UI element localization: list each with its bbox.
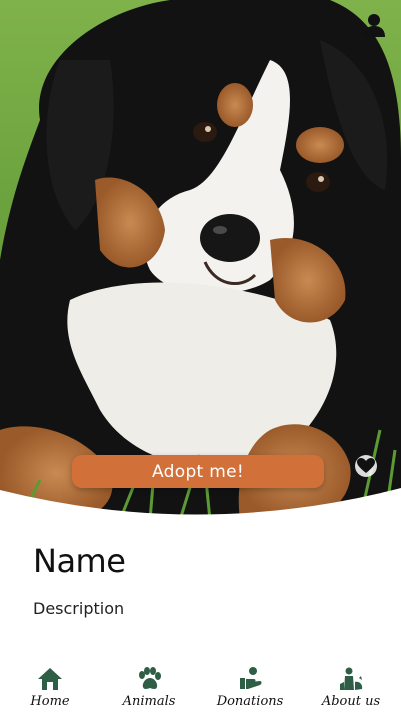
user-icon xyxy=(363,14,385,37)
people-pets-icon xyxy=(340,667,363,690)
nav-label-donations: Donations xyxy=(216,694,284,709)
favorite-button[interactable] xyxy=(354,454,378,478)
heart-icon xyxy=(355,455,377,477)
profile-button[interactable] xyxy=(361,12,387,38)
nav-label-home: Home xyxy=(30,694,70,709)
pet-photo xyxy=(0,0,401,520)
paw-icon xyxy=(139,667,161,689)
nav-item-home[interactable]: Home xyxy=(0,660,100,713)
pet-name: Name xyxy=(33,542,126,580)
nav-item-donations[interactable]: Donations xyxy=(200,660,300,713)
nav-label-about: About us xyxy=(321,694,381,709)
nav-item-animals[interactable]: Animals xyxy=(99,660,199,713)
home-icon xyxy=(38,668,62,690)
bottom-navigation: Home Animals Donations About us xyxy=(0,660,401,713)
nav-label-animals: Animals xyxy=(122,694,176,709)
puppy-image xyxy=(0,0,401,520)
pet-description: Description xyxy=(33,599,125,618)
nav-item-about[interactable]: About us xyxy=(301,660,401,713)
adopt-button[interactable]: Adopt me! xyxy=(72,455,324,488)
donation-hand-icon xyxy=(240,667,262,689)
